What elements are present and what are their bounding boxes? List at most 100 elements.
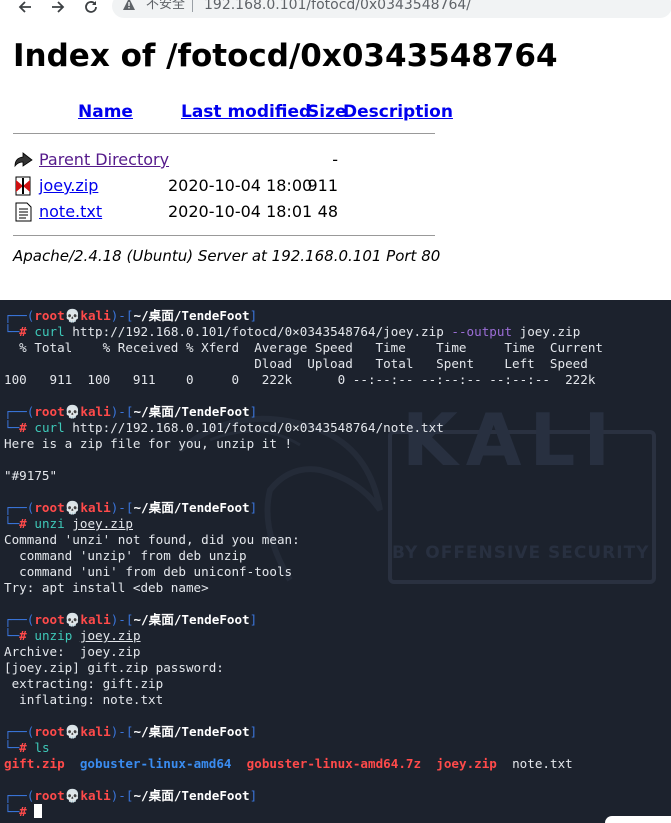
arrow-right-icon	[52, 1, 65, 13]
sort-by-size-link[interactable]: Size	[307, 102, 347, 122]
browser-toolbar: 不安全 192.168.0.101/fotocd/0x0343548764/	[0, 0, 671, 18]
file-date: 2020-10-04 18:00	[168, 176, 313, 195]
prompt-user: root	[34, 500, 65, 515]
prompt-lead: └─	[4, 740, 20, 755]
prompt-hash: #	[19, 516, 27, 531]
prompt-host: kali	[80, 404, 111, 419]
file-link-note-txt[interactable]: note.txt	[39, 201, 102, 223]
file-entry: note.txt	[512, 756, 573, 771]
command-args: joey.zip	[79, 628, 141, 643]
list-item: note.txt 2020-10-04 18:01 48	[13, 201, 433, 223]
prompt-bracket: ┌──(	[4, 500, 35, 515]
prompt-bracket: ]	[249, 500, 258, 515]
skull-icon: 💀	[64, 612, 81, 627]
reload-button[interactable]	[80, 0, 102, 17]
skull-icon: 💀	[64, 500, 81, 515]
command-name: curl	[34, 324, 65, 339]
output-line: Try: apt install <deb name>	[4, 580, 209, 596]
skull-icon: 💀	[64, 788, 81, 803]
server-signature: Apache/2.4.18 (Ubuntu) Server at 192.168…	[13, 247, 441, 265]
output-line: Command 'unzi' not found, did you mean:	[4, 532, 300, 548]
cursor[interactable]	[34, 804, 43, 818]
output-line: inflating: note.txt	[4, 692, 163, 708]
command-line: └─# unzi joey.zip	[4, 516, 133, 532]
divider	[13, 235, 435, 236]
warning-icon[interactable]	[122, 0, 136, 11]
file-entry: gobuster-linux-amd64.7z	[246, 756, 422, 771]
prompt-bracket: ]	[249, 788, 258, 803]
command-name: unzi	[34, 516, 65, 531]
prompt-host: kali	[80, 308, 111, 323]
prompt-user: root	[34, 308, 65, 323]
output-text: Here is a zip file for you, unzip it !	[4, 436, 293, 451]
file-date: 2020-10-04 18:01	[168, 202, 313, 221]
column-header-name[interactable]: Name	[78, 102, 133, 122]
output-line: Dload Upload Total Spent Left Speed	[4, 356, 588, 372]
list-item: Parent Directory -	[13, 149, 433, 171]
prompt-hash: #	[19, 420, 27, 435]
kali-logo-tagline: BY OFFENSIVE SECURITY	[392, 543, 650, 563]
security-label[interactable]: 不安全	[146, 0, 185, 12]
prompt-lead: └─	[4, 628, 20, 643]
output-text: % Total % Received % Xferd Average Speed…	[4, 340, 603, 355]
prompt-path: ~/桌面/TendeFoot	[133, 500, 250, 515]
prompt-line: ┌──(root💀kali)-[~/桌面/TendeFoot]	[4, 724, 257, 740]
output-line: 100 911 100 911 0 0 222k 0 --:--:-- --:-…	[4, 372, 595, 388]
forward-button[interactable]	[47, 0, 69, 17]
prompt-bracket: ┌──(	[4, 404, 35, 419]
prompt-lead: └─	[4, 420, 20, 435]
output-text: Try: apt install <deb name>	[4, 580, 209, 595]
parent-directory-link[interactable]: Parent Directory	[39, 149, 169, 171]
prompt-user: root	[34, 724, 65, 739]
output-text: inflating: note.txt	[4, 692, 164, 707]
output-text: [joey.zip] gift.zip password:	[4, 660, 224, 675]
prompt-path: ~/桌面/TendeFoot	[133, 788, 250, 803]
command-line: └─# curl http://192.168.0.101/fotocd/0×0…	[4, 324, 580, 340]
back-icon	[14, 152, 33, 168]
prompt-line: ┌──(root💀kali)-[~/桌面/TendeFoot]	[4, 308, 257, 324]
prompt-bracket: ]	[249, 308, 258, 323]
output-line: [joey.zip] gift.zip password:	[4, 660, 224, 676]
output-text: Command 'unzi' not found, did you mean:	[4, 532, 300, 547]
output-line: command 'unzip' from deb unzip	[4, 548, 246, 564]
command-line: └─#	[4, 804, 43, 820]
output-text: extracting: gift.zip	[4, 676, 164, 691]
output-text: Dload Upload Total Spent Left Speed	[4, 356, 588, 371]
sort-by-date-link[interactable]: Last modified	[181, 102, 311, 122]
output-text: command 'uni' from deb uniconf-tools	[4, 564, 293, 579]
address-bar[interactable]: 不安全 192.168.0.101/fotocd/0x0343548764/	[112, 0, 671, 18]
prompt-user: root	[34, 612, 65, 627]
window-corner	[605, 816, 671, 823]
prompt-hash: #	[19, 324, 27, 339]
output-text: Archive: joey.zip	[4, 644, 141, 659]
zip-icon	[15, 176, 31, 196]
text-file-icon	[15, 202, 32, 222]
command-name: unzip	[34, 628, 73, 643]
prompt-line: ┌──(root💀kali)-[~/桌面/TendeFoot]	[4, 404, 257, 420]
prompt-user: root	[34, 788, 65, 803]
file-entry: gift.zip	[4, 756, 65, 771]
list-item: joey.zip 2020-10-04 18:00 911	[13, 175, 433, 197]
prompt-bracket: ]	[249, 612, 258, 627]
terminal-window[interactable]: KALI BY OFFENSIVE SECURITY ┌──(root💀kali…	[0, 300, 671, 823]
prompt-bracket: ]	[249, 724, 258, 739]
url-text[interactable]: 192.168.0.101/fotocd/0x0343548764/	[204, 0, 471, 12]
back-button[interactable]	[14, 0, 36, 17]
sort-by-description-link[interactable]: Description	[343, 102, 453, 122]
prompt-line: ┌──(root💀kali)-[~/桌面/TendeFoot]	[4, 612, 257, 628]
prompt-bracket: )-[	[110, 612, 134, 627]
file-link-joey-zip[interactable]: joey.zip	[39, 175, 98, 197]
prompt-path: ~/桌面/TendeFoot	[133, 404, 250, 419]
prompt-lead: └─	[4, 804, 20, 819]
sort-by-name-link[interactable]: Name	[78, 102, 133, 122]
prompt-bracket: )-[	[110, 500, 134, 515]
column-header-size[interactable]: Size	[307, 102, 347, 122]
column-header-description[interactable]: Description	[343, 102, 453, 122]
file-size: -	[332, 150, 338, 169]
file-size: 911	[307, 176, 338, 195]
skull-icon: 💀	[64, 308, 81, 323]
column-header-last-modified[interactable]: Last modified	[181, 102, 311, 122]
prompt-host: kali	[80, 500, 111, 515]
